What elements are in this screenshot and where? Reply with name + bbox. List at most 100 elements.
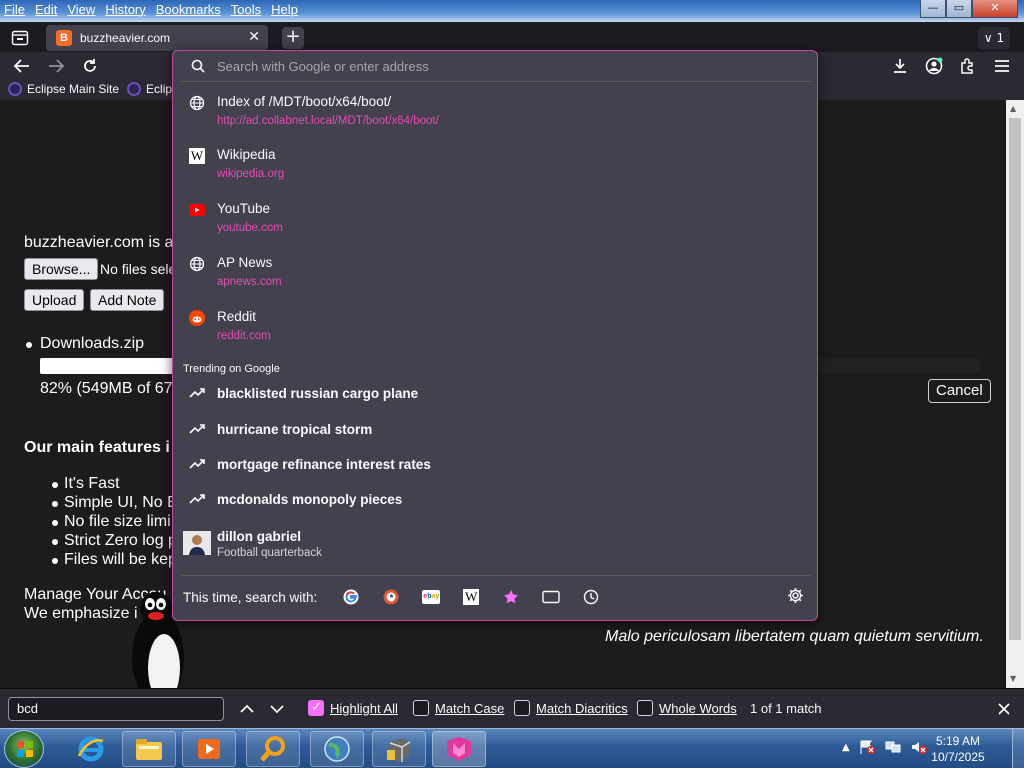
system-clock[interactable]: 5:19 AM 10/7/2025 <box>920 733 996 765</box>
media-player-taskbar-button[interactable] <box>182 731 236 767</box>
maximize-button[interactable]: ▭ <box>946 0 972 18</box>
browser-taskbar-button[interactable] <box>432 731 486 767</box>
bullet <box>52 482 58 488</box>
highlight-all-checkbox[interactable]: Highlight All <box>308 699 398 716</box>
page-scrollbar[interactable]: ▲ ▼ <box>1006 100 1024 688</box>
menu-tools[interactable]: Tools <box>231 2 261 17</box>
trending-query: mcdonalds monopoly pieces <box>217 492 403 507</box>
add-note-button[interactable]: Add Note <box>90 289 165 311</box>
suggestion-url: reddit.com <box>217 330 271 342</box>
show-hidden-icons-icon[interactable]: ▲ <box>842 742 850 753</box>
trending-row[interactable]: mortgage refinance interest rates <box>173 450 817 480</box>
tab-list-button[interactable] <box>8 27 32 49</box>
trending-row[interactable]: mcdonalds monopoly pieces <box>173 485 817 515</box>
latin-motto: Malo periculosam libertatem quam quietum… <box>605 628 984 645</box>
find-input[interactable]: bcd <box>8 697 224 721</box>
network-icon[interactable] <box>884 739 902 755</box>
trending-arrow-icon <box>189 494 205 504</box>
match-case-checkbox[interactable]: Match Case <box>413 700 504 716</box>
reload-button[interactable] <box>78 55 102 77</box>
browse-button[interactable]: Browse... <box>24 258 99 280</box>
menu-history[interactable]: History <box>105 2 145 17</box>
features-heading: Our main features i <box>24 439 170 456</box>
tab-buzzheavier[interactable]: B buzzheavier.com ✕ <box>46 25 268 51</box>
search-app-taskbar-button[interactable] <box>246 731 300 767</box>
checkbox-unchecked <box>514 700 530 716</box>
scroll-down-arrow-icon[interactable]: ▼ <box>1010 674 1016 683</box>
account-button[interactable] <box>922 55 946 77</box>
download-icon <box>894 59 906 73</box>
chevron-down-icon <box>270 705 284 714</box>
archive-tool-taskbar-button[interactable] <box>372 731 426 767</box>
feature-item: Simple UI, No E <box>64 494 178 511</box>
scroll-up-arrow-icon[interactable]: ▲ <box>1010 104 1016 113</box>
extensions-button[interactable] <box>956 55 980 77</box>
suggestion-title: Reddit <box>217 309 257 324</box>
find-next-button[interactable] <box>268 700 286 718</box>
person-name: dillon gabriel <box>217 529 302 544</box>
suggestion-row[interactable]: Reddit reddit.com <box>173 306 817 356</box>
scrollbar-thumb[interactable] <box>1009 118 1021 640</box>
progress-text: 82% (549MB of 67 <box>40 380 173 397</box>
tab-title: buzzheavier.com <box>80 31 171 45</box>
trending-query: mortgage refinance interest rates <box>217 457 431 472</box>
address-bar-dropdown: Search with Google or enter address Inde… <box>172 50 818 621</box>
new-tab-button[interactable]: + <box>282 27 304 49</box>
bullet <box>52 501 58 507</box>
suggestion-row[interactable]: AP News apnews.com <box>173 252 817 302</box>
close-find-bar-button[interactable] <box>995 700 1013 718</box>
suggestion-url: youtube.com <box>217 222 283 234</box>
menu-file[interactable]: File <box>4 2 25 17</box>
suggestion-row[interactable]: YouTube youtube.com <box>173 198 817 248</box>
menu-bookmarks[interactable]: Bookmarks <box>156 2 221 17</box>
downloads-button[interactable] <box>888 55 912 77</box>
whole-words-checkbox[interactable]: Whole Words <box>637 700 737 716</box>
feature-item: No file size limi <box>64 513 171 530</box>
hamburger-menu-icon <box>995 60 1009 72</box>
person-suggestion-row[interactable]: dillon gabriel Football quarterback <box>173 525 817 565</box>
list-all-tabs-button[interactable]: ∨ 1 <box>978 27 1010 49</box>
match-count: 1 of 1 match <box>750 701 822 716</box>
show-desktop-button[interactable] <box>1012 729 1024 768</box>
action-center-flag-icon[interactable] <box>858 739 876 755</box>
bookmark-eclipse-2[interactable]: Eclips <box>127 82 178 96</box>
globe-icon <box>189 256 205 272</box>
suggestion-row[interactable]: W Wikipedia wikipedia.org <box>173 144 817 194</box>
tabs-icon[interactable] <box>531 587 571 607</box>
back-button[interactable] <box>10 55 34 77</box>
history-icon[interactable] <box>571 587 611 607</box>
menu-bar: File Edit View History Bookmarks Tools H… <box>0 0 1024 22</box>
internet-explorer-taskbar-button[interactable] <box>64 731 118 767</box>
forward-button[interactable] <box>44 55 68 77</box>
file-explorer-taskbar-button[interactable] <box>122 731 176 767</box>
address-input[interactable]: Search with Google or enter address <box>217 59 429 74</box>
find-previous-button[interactable] <box>238 700 256 718</box>
bookmark-eclipse-main[interactable]: Eclipse Main Site <box>8 82 119 96</box>
trending-row[interactable]: hurricane tropical storm <box>173 415 817 445</box>
app-menu-button[interactable] <box>990 55 1014 77</box>
network-globe-taskbar-button[interactable] <box>310 731 364 767</box>
cancel-button[interactable]: Cancel <box>928 379 991 403</box>
ebay-icon[interactable]: ebay <box>411 587 451 607</box>
search-engine-shortcuts: This time, search with: ebay W <box>183 587 611 607</box>
duckduckgo-icon[interactable] <box>371 587 411 607</box>
suggestion-url: apnews.com <box>217 276 282 288</box>
trending-arrow-icon <box>189 424 205 434</box>
close-window-button[interactable]: ✕ <box>972 0 1018 18</box>
menu-edit[interactable]: Edit <box>35 2 57 17</box>
reddit-icon <box>189 310 205 326</box>
google-icon[interactable] <box>331 587 371 607</box>
search-settings-button[interactable] <box>787 587 804 608</box>
bookmarks-star-icon[interactable] <box>491 587 531 607</box>
match-diacritics-checkbox[interactable]: Match Diacritics <box>514 700 628 716</box>
minimize-button[interactable]: — <box>920 0 946 18</box>
wikipedia-icon[interactable]: W <box>451 587 491 607</box>
start-button[interactable] <box>4 730 44 768</box>
menu-help[interactable]: Help <box>271 2 298 17</box>
close-tab-icon[interactable]: ✕ <box>248 29 260 45</box>
trending-row[interactable]: blacklisted russian cargo plane <box>173 379 817 409</box>
address-bar[interactable]: Search with Google or enter address <box>173 51 817 81</box>
suggestion-row[interactable]: Index of /MDT/boot/x64/boot/ http://ad.c… <box>173 91 817 141</box>
upload-button[interactable]: Upload <box>24 289 85 311</box>
menu-view[interactable]: View <box>67 2 95 17</box>
